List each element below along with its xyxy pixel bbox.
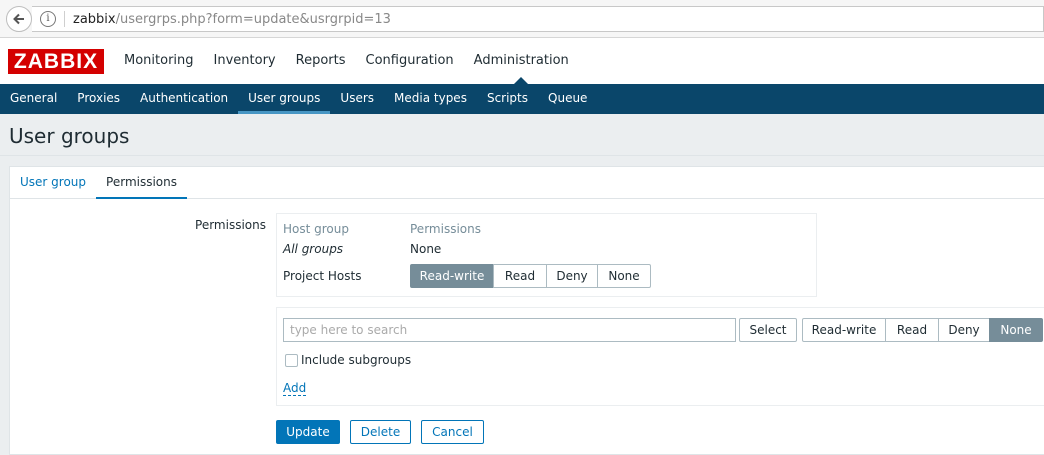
form-panel: User group Permissions Permissions Host …	[9, 166, 1044, 455]
include-subgroups-checkbox[interactable]	[285, 353, 298, 367]
select-button[interactable]: Select	[739, 318, 797, 342]
project-hosts-permission-radio: Read-write Read Deny None	[410, 264, 651, 288]
submenu-queue[interactable]: Queue	[538, 84, 597, 114]
row-project-hosts-name: Project Hosts	[283, 269, 362, 283]
address-bar[interactable]: i zabbix/usergrps.php?form=update&usrgrp…	[32, 6, 1044, 32]
arrow-left-icon	[13, 13, 24, 25]
top-header: ZABBIX Monitoring Inventory Reports Conf…	[0, 38, 1044, 84]
radio-read-write[interactable]: Read-write	[410, 264, 494, 288]
row-all-groups-name: All groups	[283, 242, 344, 256]
column-header-permissions: Permissions	[410, 222, 481, 236]
submenu-authentication[interactable]: Authentication	[130, 84, 238, 114]
submenu-media-types[interactable]: Media types	[384, 84, 477, 114]
url-text: zabbix/usergrps.php?form=update&usrgrpid…	[73, 11, 391, 27]
submenu-user-groups[interactable]: User groups	[238, 84, 331, 114]
update-button[interactable]: Update	[276, 420, 340, 444]
new-radio-deny[interactable]: Deny	[938, 318, 990, 342]
cancel-button[interactable]: Cancel	[421, 420, 484, 444]
submenu-users[interactable]: Users	[330, 84, 384, 114]
column-header-host-group: Host group	[283, 222, 349, 236]
include-subgroups-label: Include subgroups	[301, 353, 412, 367]
radio-none[interactable]: None	[597, 264, 651, 288]
menu-administration[interactable]: Administration	[474, 38, 569, 84]
submenu-proxies[interactable]: Proxies	[67, 84, 130, 114]
new-radio-read[interactable]: Read	[885, 318, 939, 342]
delete-button[interactable]: Delete	[350, 420, 411, 444]
back-button[interactable]	[6, 6, 32, 32]
new-radio-read-write[interactable]: Read-write	[802, 318, 886, 342]
menu-monitoring[interactable]: Monitoring	[124, 38, 194, 84]
sub-menu: General Proxies Authentication User grou…	[0, 84, 1044, 114]
browser-toolbar: i zabbix/usergrps.php?form=update&usrgrp…	[0, 0, 1044, 38]
radio-read[interactable]: Read	[493, 264, 547, 288]
new-radio-none[interactable]: None	[989, 318, 1043, 342]
include-subgroups-row[interactable]: Include subgroups	[285, 353, 411, 367]
page-title: User groups	[9, 124, 130, 148]
host-group-search-input[interactable]: type here to search	[283, 318, 736, 342]
url-separator	[64, 11, 65, 27]
radio-deny[interactable]: Deny	[546, 264, 598, 288]
tab-permissions[interactable]: Permissions	[96, 167, 188, 199]
menu-configuration[interactable]: Configuration	[366, 38, 454, 84]
add-permission-panel: type here to search Select Read-write Re…	[276, 307, 1044, 406]
submenu-scripts[interactable]: Scripts	[477, 84, 538, 114]
submenu-general[interactable]: General	[0, 84, 67, 114]
menu-reports[interactable]: Reports	[296, 38, 346, 84]
tab-user-group[interactable]: User group	[10, 167, 96, 198]
new-permission-radio: Read-write Read Deny None	[802, 318, 1043, 342]
permissions-table: Host group Permissions All groups None P…	[276, 213, 817, 297]
main-menu: Monitoring Inventory Reports Configurati…	[124, 38, 589, 84]
title-divider	[0, 155, 1044, 156]
info-icon[interactable]: i	[40, 11, 56, 27]
tab-bar: User group Permissions	[10, 167, 1044, 199]
add-link[interactable]: Add	[283, 381, 307, 396]
menu-inventory[interactable]: Inventory	[214, 38, 276, 84]
zabbix-logo[interactable]: ZABBIX	[8, 49, 104, 74]
row-all-groups-value: None	[410, 242, 442, 256]
permissions-label: Permissions	[195, 218, 266, 232]
